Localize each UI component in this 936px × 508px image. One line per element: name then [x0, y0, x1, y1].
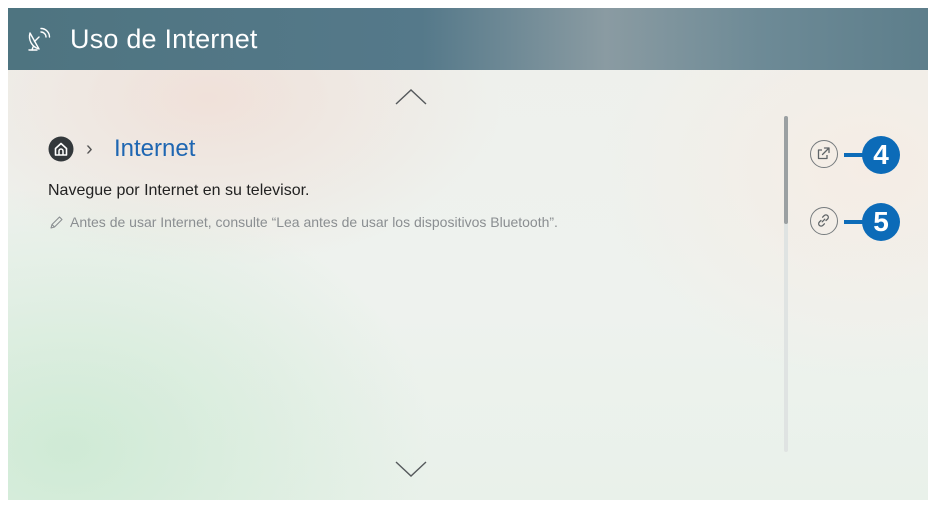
manual-page: Uso de Internet › Internet Navegue por I… — [8, 8, 928, 500]
link-icon — [818, 214, 829, 227]
satellite-dish-icon — [28, 27, 51, 51]
open-page-button[interactable] — [810, 140, 838, 168]
title-bar: Uso de Internet — [8, 8, 928, 70]
breadcrumb-current[interactable]: Internet — [114, 134, 195, 164]
note-text: Antes de usar Internet, consulte “Lea an… — [70, 214, 558, 230]
external-open-icon — [817, 147, 830, 160]
breadcrumb-separator: › — [86, 138, 93, 160]
home-icon[interactable] — [48, 136, 74, 162]
description-text: Navegue por Internet en su televisor. — [48, 182, 310, 199]
page-title: Uso de Internet — [70, 24, 258, 54]
callout-badge-4: 4 — [862, 136, 900, 174]
scroll-down-arrow-icon[interactable] — [394, 460, 428, 478]
callout-badge-5: 5 — [862, 203, 900, 241]
pencil-icon — [50, 216, 63, 229]
scroll-up-arrow-icon[interactable] — [394, 88, 428, 106]
link-button[interactable] — [810, 207, 838, 235]
scrollbar-thumb[interactable] — [784, 116, 788, 224]
